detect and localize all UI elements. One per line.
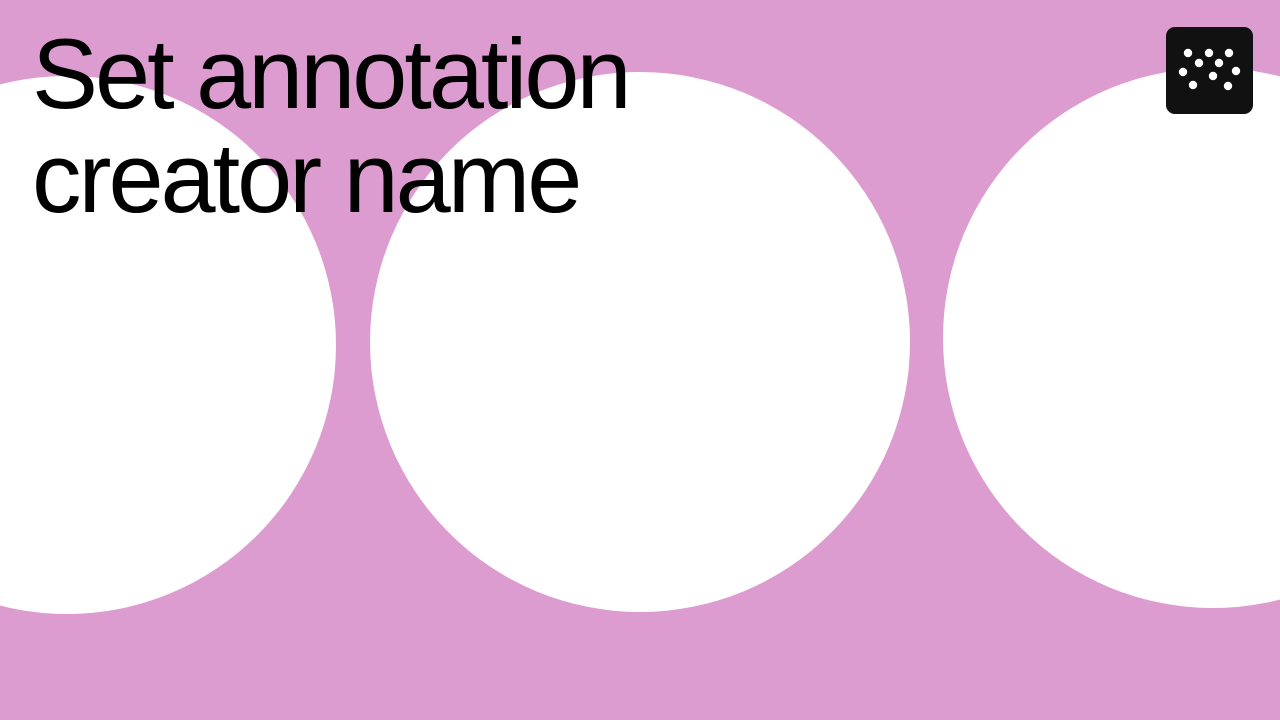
logo-dot (1208, 71, 1218, 81)
logo-dot (1231, 66, 1241, 76)
slide-canvas: Set annotation creator name (0, 0, 1280, 720)
logo-dot (1214, 58, 1224, 68)
decorative-circle-right (943, 68, 1280, 608)
slide-title-line-2: creator name (32, 122, 582, 233)
slide-title: Set annotation creator name (32, 22, 932, 230)
brand-logo-icon (1166, 27, 1253, 114)
logo-dot (1194, 58, 1204, 68)
logo-dot (1223, 81, 1233, 91)
logo-dot (1188, 80, 1198, 90)
logo-dots-graphic (1178, 48, 1241, 91)
logo-dot (1204, 48, 1214, 58)
logo-dot (1183, 48, 1193, 58)
slide-title-line-1: Set annotation (32, 18, 632, 129)
logo-dot (1178, 67, 1188, 77)
logo-dot (1224, 48, 1234, 58)
